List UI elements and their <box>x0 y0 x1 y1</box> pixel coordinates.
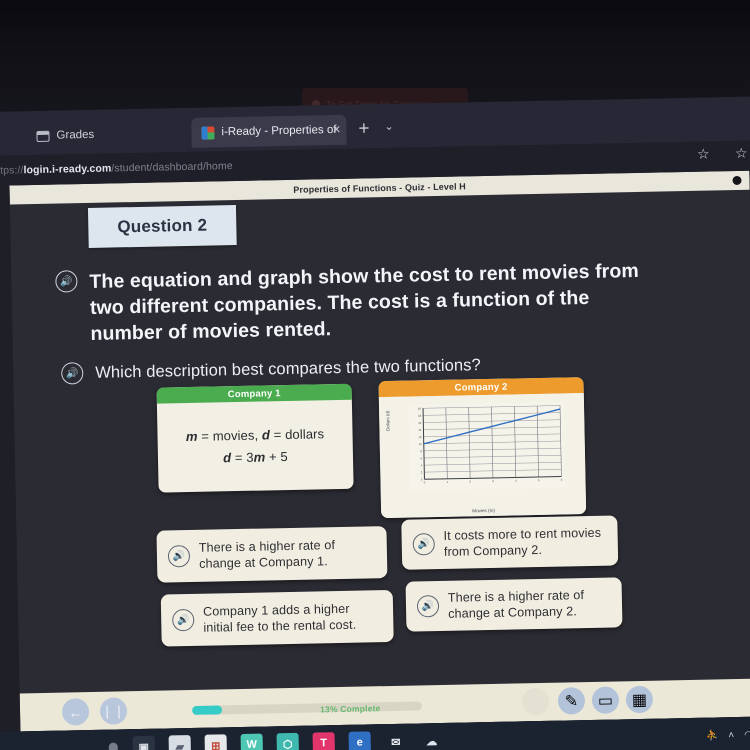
quiz-title: Properties of Functions - Quiz - Level H <box>293 180 466 195</box>
photographed-screen: To Get Tasks for Company Grades i-Ready … <box>0 0 750 750</box>
file-explorer-icon[interactable]: ▰ <box>168 735 191 750</box>
speaker-icon[interactable]: 🔊 <box>416 595 440 618</box>
question-stem-text: The equation and graph show the cost to … <box>89 259 640 345</box>
eraser-tool-button[interactable] <box>521 687 550 716</box>
favorites-bar-icon[interactable]: ☆ <box>735 145 748 162</box>
notepad-tool-button[interactable]: ▭ <box>591 686 620 714</box>
favorite-star-icon[interactable]: ☆ <box>697 145 710 162</box>
microsoft-store-icon[interactable]: ⊞ <box>204 734 227 750</box>
app-red-t-icon[interactable]: T <box>312 732 335 750</box>
quiz-page: Properties of Functions - Quiz - Level H… <box>9 170 750 732</box>
tab-grades[interactable]: Grades <box>26 120 104 152</box>
pencil-tool-button[interactable]: ✎ <box>557 687 586 715</box>
question-prompt-text: Which description best compares the two … <box>95 355 481 382</box>
eq-part-1: = 3 <box>231 449 254 466</box>
company-2-chart: 0 2 4 6 8 10 12 14 16 18 20 0 1 2 3 4 5 6 <box>408 401 566 500</box>
company-2-title: Company 2 <box>454 381 508 394</box>
progress-bar <box>191 701 423 715</box>
app-teal-icon[interactable]: ⬡ <box>276 732 299 750</box>
url-text: https://login.i-ready.com/student/dashbo… <box>0 160 233 177</box>
tab-i-ready-label: i-Ready - Properties of <box>221 123 337 139</box>
svg-text:20: 20 <box>418 407 422 411</box>
progress-label: 13% Complete <box>319 703 381 715</box>
window-icon <box>36 130 50 142</box>
speaker-icon[interactable]: 🔊 <box>61 362 84 385</box>
system-tray: ⛹ ˄ ◠ ◆ <box>706 729 750 741</box>
answer-option-b[interactable]: 🔊 It costs more to rent movies from Comp… <box>401 515 619 570</box>
chart-svg: 024681012141618200 1 2 3 4 5 6 <box>408 401 566 491</box>
speaker-icon[interactable]: 🔊 <box>412 533 435 556</box>
svg-text:14: 14 <box>418 428 422 432</box>
company-1-title: Company 1 <box>227 387 281 400</box>
chevron-down-icon[interactable]: ⌄ <box>384 121 393 133</box>
svg-text:18: 18 <box>418 414 422 418</box>
question-stem: 🔊 The equation and graph show the cost t… <box>55 258 666 348</box>
company-1-card: Company 1 m = movies, d = dollars d = 3m… <box>156 383 354 493</box>
back-button[interactable]: ← <box>61 698 90 726</box>
def-movies: = movies, <box>197 427 263 444</box>
mail-icon[interactable]: ✉ <box>384 730 407 750</box>
url-domain: login.i-ready.com <box>23 162 112 177</box>
company-1-body: m = movies, d = dollars d = 3m + 5 <box>157 400 354 493</box>
calculator-tool-button[interactable]: ▦ <box>625 685 654 714</box>
var-m: m <box>185 428 198 445</box>
question-badge: Question 2 <box>87 205 237 248</box>
speaker-icon[interactable]: 🔊 <box>55 270 78 293</box>
speaker-icon[interactable]: 🔊 <box>167 544 191 568</box>
answer-option-a-text: There is a higher rate of change at Comp… <box>198 537 336 571</box>
svg-text:12: 12 <box>418 435 422 439</box>
people-icon[interactable]: ⛹ <box>706 730 719 741</box>
progress-fill <box>191 705 223 715</box>
tab-grades-label: Grades <box>56 128 95 142</box>
answer-option-d-text: There is a higher rate of change at Comp… <box>447 587 585 621</box>
new-tab-icon[interactable]: + <box>358 118 370 139</box>
taskbar-items: ▣ ▰ ⊞ W ⬡ Te ✉ ☁ <box>119 729 443 750</box>
quiz-menu-icon[interactable] <box>732 175 742 186</box>
url-path: /student/dashboard/home <box>111 160 233 175</box>
task-view-icon[interactable]: ▣ <box>132 735 155 750</box>
chart-xlabel: Movies (m) <box>472 507 496 514</box>
company-2-card: Company 2 Dollars (d) 0 2 4 6 8 10 12 14 16 18 20 0… <box>378 377 587 519</box>
company-1-definitions: m = movies, d = dollars <box>186 426 324 444</box>
question-number: Question 2 <box>117 215 208 237</box>
eq-part-2: + 5 <box>265 449 288 465</box>
def-dollars: = dollars <box>269 426 325 443</box>
answer-option-d[interactable]: 🔊 There is a higher rate of change at Co… <box>405 577 623 632</box>
company-1-equation: d = 3m + 5 <box>223 449 288 465</box>
onedrive-icon[interactable]: ☁ <box>420 729 443 750</box>
url-scheme: https:// <box>0 164 24 177</box>
svg-text:16: 16 <box>418 421 422 425</box>
speaker-icon[interactable]: 🔊 <box>172 608 195 632</box>
microphone-icon <box>108 742 118 750</box>
pause-button[interactable]: ❘❘ <box>99 697 128 725</box>
eq-var-m: m <box>253 449 266 465</box>
i-ready-icon <box>201 125 215 140</box>
app-green-icon[interactable]: W <box>240 733 263 750</box>
chart-ylabel: Dollars (d) <box>385 410 391 432</box>
wifi-icon[interactable]: ◠ <box>744 729 750 740</box>
answer-option-c-text: Company 1 adds a higher initial fee to t… <box>202 601 357 635</box>
company-2-body: Dollars (d) 0 2 4 6 8 10 12 14 16 18 20 0 1 2 3 4 5 6 Mov… <box>378 393 587 519</box>
close-icon[interactable]: × <box>332 121 341 137</box>
chevron-up-icon[interactable]: ˄ <box>728 730 734 741</box>
monitor-screen: Grades i-Ready - Properties of × + ⌄ htt… <box>0 96 750 750</box>
svg-text:10: 10 <box>419 442 423 446</box>
microsoft-edge-icon[interactable]: e <box>348 731 371 750</box>
answer-option-b-text: It costs more to rent movies from Compan… <box>443 525 602 559</box>
answer-option-c[interactable]: 🔊 Company 1 adds a higher initial fee to… <box>160 589 394 647</box>
answer-option-a[interactable]: 🔊 There is a higher rate of change at Co… <box>156 526 388 583</box>
tab-i-ready[interactable]: i-Ready - Properties of <box>191 114 347 148</box>
